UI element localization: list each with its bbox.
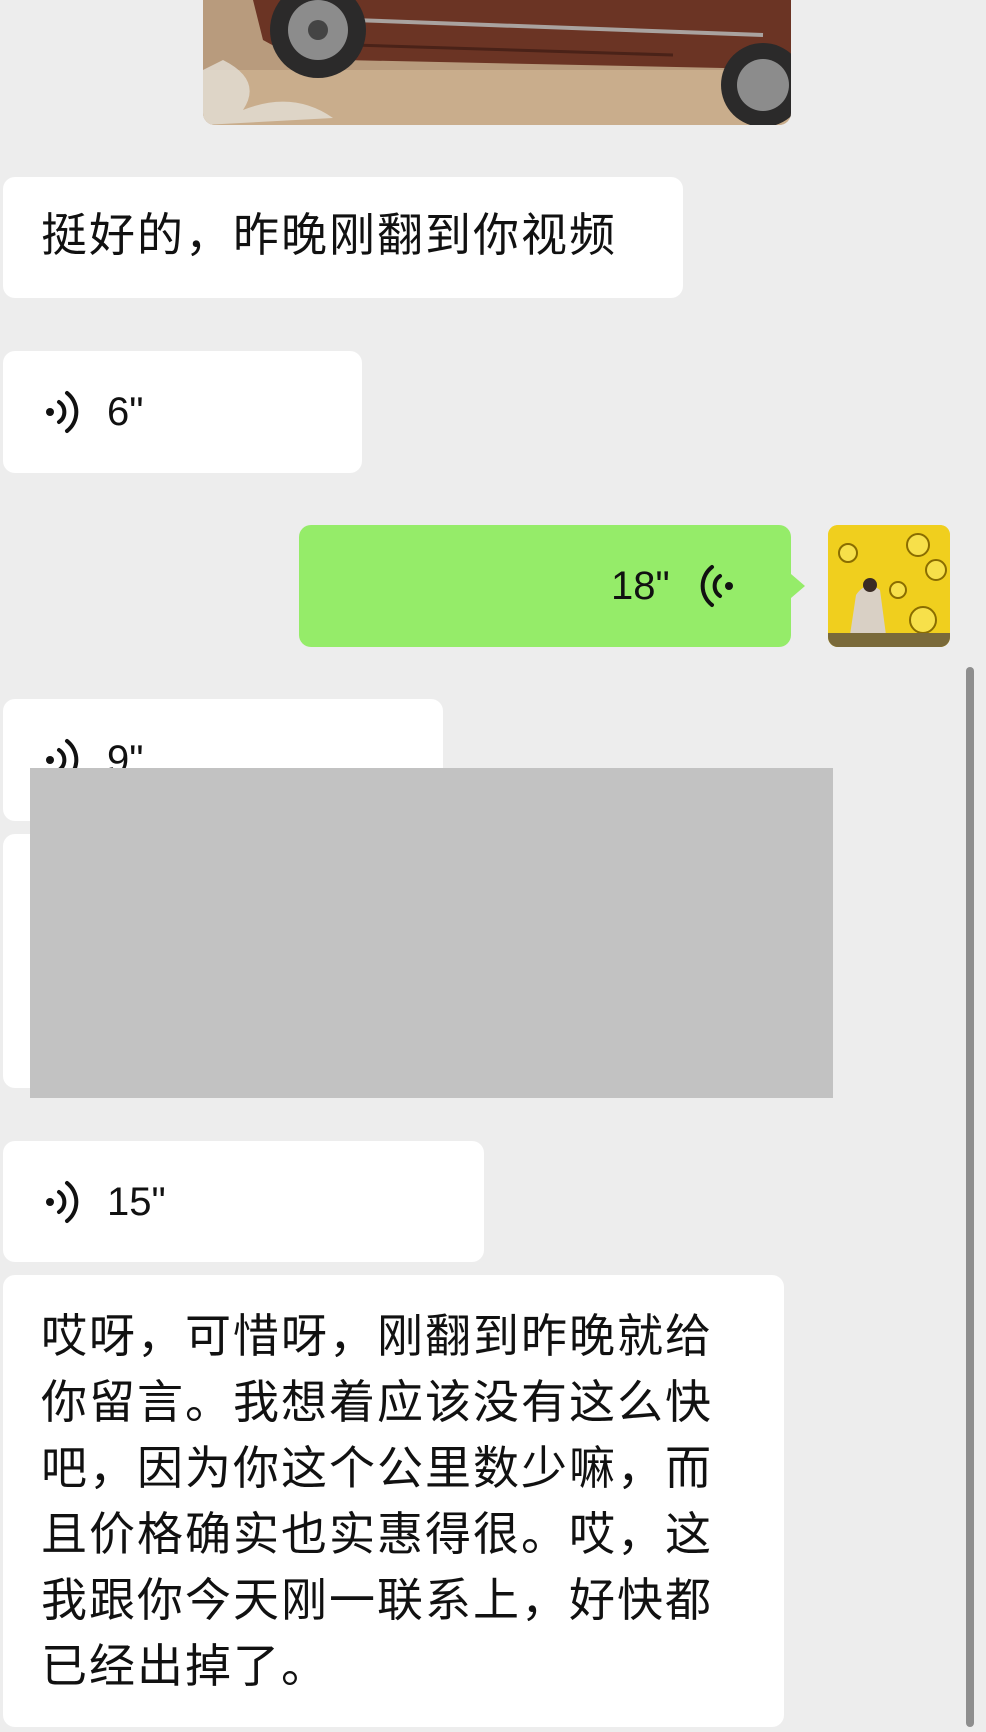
voice-wave-icon — [46, 1181, 79, 1223]
avatar-image — [828, 525, 950, 647]
message-bubble[interactable]: 哎呀，可惜呀，刚翻到昨晚就给 你留言。我想着应该没有这么快 吧，因为你这个公里数… — [3, 1275, 784, 1727]
voice-duration: 6" — [107, 389, 144, 434]
voice-duration: 15" — [107, 1179, 166, 1224]
car-photo — [203, 0, 791, 125]
voice-message-bubble[interactable]: 15" — [3, 1141, 484, 1262]
message-line: 已经出掉了。 — [41, 1639, 329, 1693]
message-text: 挺好的，昨晚刚翻到你视频 — [41, 208, 617, 262]
voice-wave-icon — [700, 565, 733, 607]
voice-message-bubble[interactable]: 6" — [3, 351, 362, 473]
message-line: 吧，因为你这个公里数少嘛，而 — [41, 1441, 713, 1495]
message-line: 且价格确实也实惠得很。哎，这 — [41, 1507, 713, 1561]
voice-duration: 18" — [611, 563, 670, 608]
car-photo-message[interactable] — [203, 0, 791, 125]
bubble-tail — [791, 574, 805, 598]
message-line: 我跟你今天刚一联系上，好快都 — [41, 1573, 713, 1627]
redaction-overlay — [30, 768, 833, 1098]
message-bubble[interactable]: 挺好的，昨晚刚翻到你视频 — [3, 177, 683, 298]
voice-message-bubble-self[interactable]: 18" — [299, 525, 791, 647]
avatar[interactable] — [828, 525, 950, 647]
message-line: 哎呀，可惜呀，刚翻到昨晚就给 — [41, 1309, 713, 1363]
scrollbar[interactable] — [966, 667, 974, 1727]
message-line: 你留言。我想着应该没有这么快 — [41, 1375, 713, 1429]
voice-wave-icon — [46, 391, 79, 433]
